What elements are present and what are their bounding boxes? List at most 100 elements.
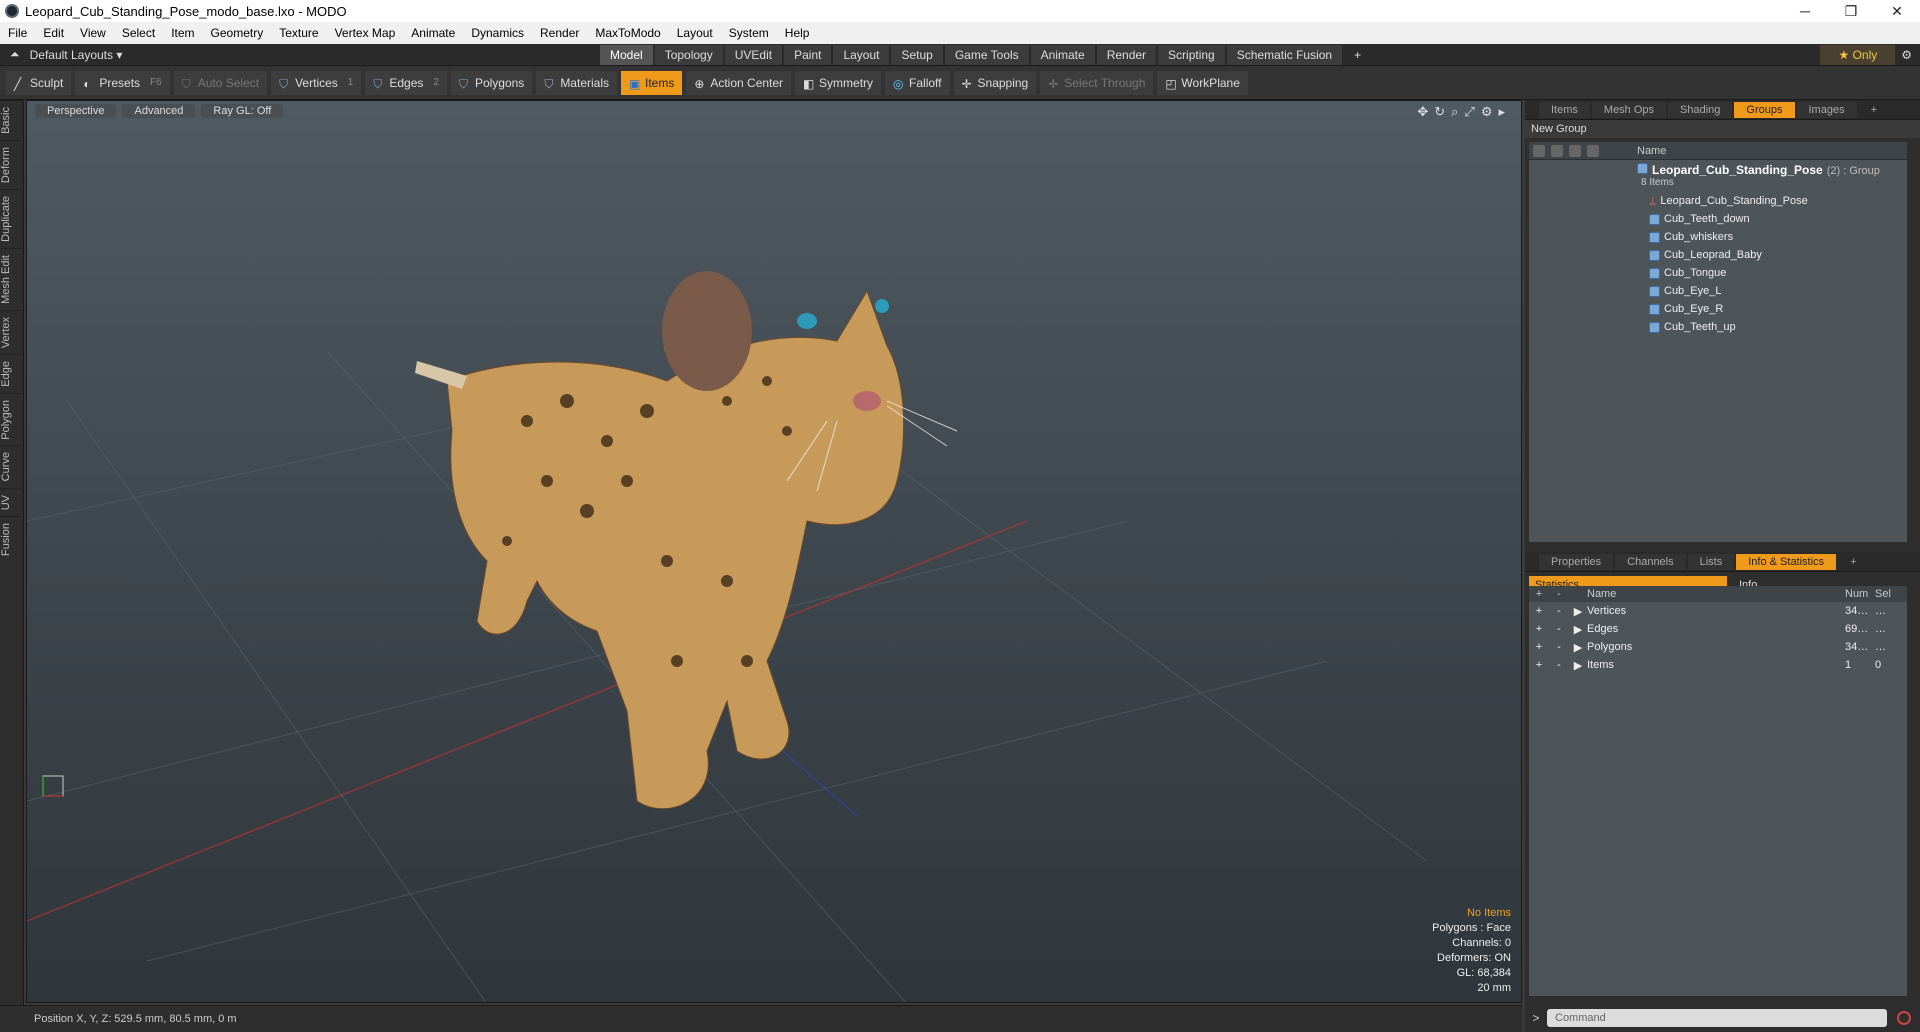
stats-row[interactable]: + - ▶ Polygons 34……	[1529, 638, 1907, 656]
add-icon[interactable]: +	[1529, 641, 1549, 653]
sculpt-button[interactable]: ╱ Sculpt	[6, 70, 72, 95]
close-button[interactable]: ✕	[1874, 3, 1920, 20]
3d-viewport[interactable]: Perspective Advanced Ray GL: Off ✥ ↻ ⌕ ⤢…	[26, 100, 1522, 1003]
action-center-button[interactable]: ⊕ Action Center	[686, 70, 792, 95]
select-col-icon[interactable]	[1587, 144, 1599, 157]
menu-animate[interactable]: Animate	[403, 26, 463, 40]
items-button[interactable]: ▣ Items	[621, 70, 683, 95]
menu-dynamics[interactable]: Dynamics	[463, 26, 532, 40]
menu-view[interactable]: View	[72, 26, 114, 40]
expand-arrow-icon[interactable]: ▶	[1569, 659, 1587, 672]
gear-icon[interactable]: ⚙	[1901, 48, 1912, 62]
menu-select[interactable]: Select	[114, 26, 163, 40]
zoom-icon[interactable]: ⌕	[1451, 104, 1458, 120]
polygons-button[interactable]: ⛉ Polygons	[450, 70, 533, 95]
tab-topology[interactable]: Topology	[654, 44, 723, 65]
lock-col-icon[interactable]	[1569, 144, 1581, 157]
visibility-col-icon[interactable]	[1533, 144, 1545, 157]
default-layouts-dropdown[interactable]: Default Layouts ▾	[30, 48, 123, 62]
menu-render[interactable]: Render	[532, 26, 587, 40]
palette-tab-fusion[interactable]: Fusion	[0, 516, 24, 563]
palette-tab-polygon[interactable]: Polygon	[0, 392, 24, 446]
record-icon[interactable]	[1897, 1011, 1911, 1025]
workplane-button[interactable]: ◰ WorkPlane	[1157, 70, 1248, 95]
palette-tab-curve[interactable]: Curve	[0, 445, 24, 488]
tab-shading[interactable]: Shading	[1668, 101, 1733, 118]
tab-game-tools[interactable]: Game Tools	[944, 44, 1029, 65]
tab-render[interactable]: Render	[1096, 44, 1157, 65]
menu-file[interactable]: File	[0, 26, 35, 40]
vertices-button[interactable]: ⛉ Vertices 1	[271, 70, 362, 95]
command-input[interactable]: Command	[1547, 1009, 1887, 1027]
raygl-toggle[interactable]: Ray GL: Off	[201, 104, 284, 118]
minimize-button[interactable]: ─	[1782, 3, 1828, 20]
menu-texture[interactable]: Texture	[271, 26, 326, 40]
expand-arrow-icon[interactable]: ▶	[1569, 623, 1587, 636]
expand-arrow-icon[interactable]: ▶	[1569, 605, 1587, 618]
auto-select-button[interactable]: ⛉ Auto Select	[173, 70, 268, 95]
falloff-button[interactable]: ◎ Falloff	[885, 70, 950, 95]
tab-groups[interactable]: Groups	[1734, 101, 1795, 118]
tab-layout[interactable]: Layout	[833, 44, 890, 65]
menu-item[interactable]: Item	[163, 26, 202, 40]
palette-tab-duplicate[interactable]: Duplicate	[0, 188, 24, 248]
shading-mode-dropdown[interactable]: Advanced	[122, 104, 196, 118]
menu-system[interactable]: System	[721, 26, 777, 40]
materials-button[interactable]: ⛉ Materials	[536, 70, 617, 95]
palette-tab-deform[interactable]: Deform	[0, 139, 24, 189]
add-icon[interactable]: +	[1529, 623, 1549, 635]
view-mode-dropdown[interactable]: Perspective	[35, 104, 117, 118]
tab-channels[interactable]: Channels	[1615, 553, 1686, 570]
select-through-button[interactable]: ✛ Select Through	[1040, 70, 1154, 95]
tree-item-row[interactable]: Cub_Eye_L	[1529, 282, 1907, 300]
expand-icon[interactable]: ▸	[1498, 104, 1505, 120]
tree-item-row[interactable]: Cub_Eye_R	[1529, 300, 1907, 318]
tree-item-row[interactable]: Cub_Tongue	[1529, 264, 1907, 282]
menu-maxtomodo[interactable]: MaxToModo	[587, 26, 668, 40]
group-root-row[interactable]: Leopard_Cub_Standing_Pose (2) : Group 8 I…	[1529, 160, 1907, 192]
tree-item-row[interactable]: Cub_whiskers	[1529, 228, 1907, 246]
stats-row[interactable]: + - ▶ Vertices 34……	[1529, 602, 1907, 620]
tab-model[interactable]: Model	[600, 44, 653, 65]
palette-tab-basic[interactable]: Basic	[0, 100, 24, 140]
tab-info-statistics[interactable]: Info & Statistics	[1736, 553, 1837, 570]
tab-properties[interactable]: Properties	[1539, 553, 1614, 570]
expand-arrow-icon[interactable]: ▶	[1569, 641, 1587, 654]
add-tab-button[interactable]: +	[1344, 45, 1371, 65]
edges-button[interactable]: ⛉ Edges 2	[365, 70, 447, 95]
tab-items[interactable]: Items	[1539, 101, 1590, 118]
remove-icon[interactable]: -	[1549, 623, 1569, 635]
tab-setup[interactable]: Setup	[891, 44, 943, 65]
only-toggle[interactable]: ★ Only	[1820, 44, 1896, 65]
symmetry-button[interactable]: ◧ Symmetry	[795, 70, 882, 95]
tab-images[interactable]: Images	[1796, 101, 1857, 118]
render-col-icon[interactable]	[1551, 144, 1563, 157]
palette-tab-uv[interactable]: UV	[0, 487, 24, 517]
tree-item-row[interactable]: ⟂ Leopard_Cub_Standing_Pose	[1529, 192, 1907, 210]
presets-button[interactable]: ◐ Presets F6	[75, 70, 170, 95]
layout-menu-icon[interactable]: ⏶	[10, 47, 20, 62]
tree-item-row[interactable]: Cub_Leoprad_Baby	[1529, 246, 1907, 264]
tab-animate[interactable]: Animate	[1030, 44, 1095, 65]
tab-schematic-fusion[interactable]: Schematic Fusion	[1226, 44, 1343, 65]
add-panel-tab-button[interactable]: +	[1859, 102, 1889, 118]
tree-item-row[interactable]: Cub_Teeth_down	[1529, 210, 1907, 228]
tree-item-row[interactable]: Cub_Teeth_up	[1529, 318, 1907, 336]
tab-scripting[interactable]: Scripting	[1158, 44, 1225, 65]
add-icon[interactable]: +	[1529, 659, 1549, 671]
fit-icon[interactable]: ⤢	[1464, 104, 1474, 120]
menu-help[interactable]: Help	[777, 26, 818, 40]
menu-edit[interactable]: Edit	[35, 26, 72, 40]
menu-geometry[interactable]: Geometry	[203, 26, 272, 40]
settings-icon[interactable]: ⚙	[1481, 104, 1493, 120]
add-lower-tab-button[interactable]: +	[1838, 554, 1868, 570]
palette-tab-mesh-edit[interactable]: Mesh Edit	[0, 247, 24, 310]
expand-all-icon[interactable]: +	[1529, 588, 1549, 600]
menu-layout[interactable]: Layout	[669, 26, 721, 40]
palette-tab-edge[interactable]: Edge	[0, 353, 24, 393]
collapse-all-icon[interactable]: -	[1549, 588, 1569, 600]
snapping-button[interactable]: ✛ Snapping	[953, 70, 1037, 95]
tab-uvedit[interactable]: UVEdit	[724, 44, 783, 65]
add-icon[interactable]: +	[1529, 605, 1549, 617]
new-group-button[interactable]: New Group	[1525, 120, 1920, 138]
